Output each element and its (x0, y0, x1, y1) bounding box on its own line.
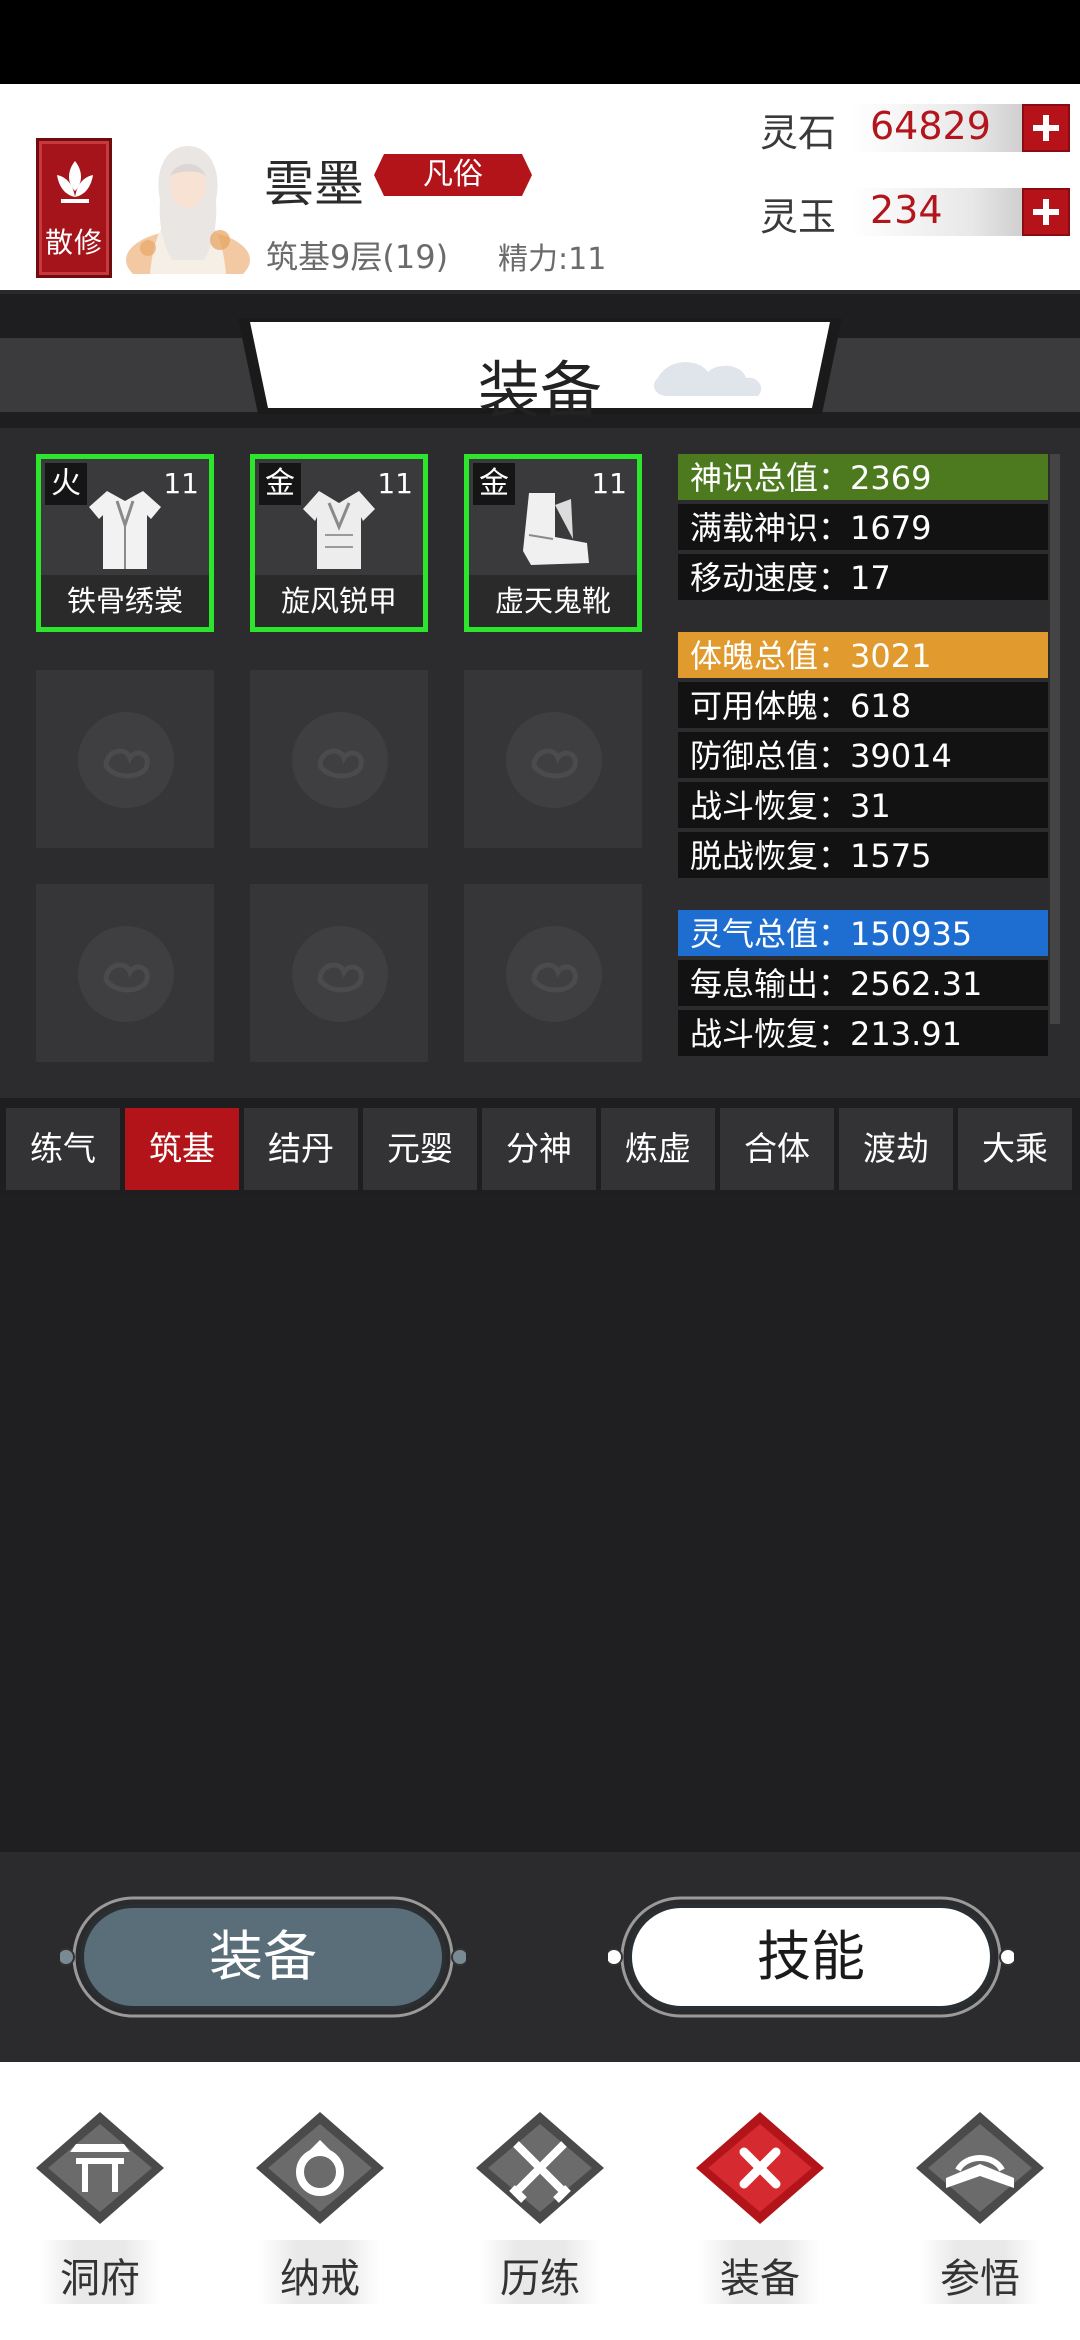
stat-row: 满载神识：1679 (678, 504, 1048, 552)
robe-icon (89, 491, 161, 569)
close-x-icon (696, 2112, 824, 2224)
stat-row: 战斗恢复：31 (678, 782, 1048, 830)
stat-row: 脱战恢复：1575 (678, 832, 1048, 880)
equipment-slot-empty[interactable] (36, 884, 214, 1062)
nav-label: 洞府 (60, 2256, 140, 2302)
skill-button-label: 技能 (757, 1925, 865, 1988)
rank-badge: 凡俗 (372, 152, 534, 198)
equipment-slot-2[interactable]: 金 11 旋风锐甲 (250, 454, 428, 632)
cloud-emblem-icon (292, 926, 388, 1022)
page-title: 装备 (477, 354, 602, 427)
title-banner: 装备 (0, 298, 1080, 428)
nav-label: 历练 (500, 2256, 580, 2302)
tab-lianqi[interactable]: 练气 (6, 1108, 120, 1190)
stats-scrollbar[interactable] (1050, 454, 1060, 1024)
realm-level: 筑基9层(19) (266, 238, 449, 276)
nav-label: 纳戒 (280, 2256, 360, 2302)
skill-button[interactable]: 技能 (608, 1892, 1014, 2022)
cloud-emblem-icon (78, 926, 174, 1022)
equipment-slot-empty[interactable] (36, 670, 214, 848)
lotus-icon (57, 161, 93, 203)
cloud-emblem-icon (78, 712, 174, 808)
spirit-stone-label: 灵石 (760, 111, 837, 155)
status-bar (0, 0, 1080, 84)
spirit-jade-label: 灵玉 (760, 195, 837, 239)
spirit-sense-total: 神识总值：2369 (678, 454, 1048, 502)
item-name: 铁骨绣裳 (41, 575, 209, 627)
spirit-stone-row: 灵石 64829 (760, 96, 1070, 156)
armor-icon (303, 491, 375, 569)
player-name: 雲墨 (264, 155, 364, 213)
player-header: 散修 雲墨 凡俗 筑基9层(19) 精力:11 灵石 64829 灵玉 234 (0, 84, 1080, 294)
equipment-slot-empty[interactable] (464, 670, 642, 848)
body-total: 体魄总值：3021 (678, 632, 1048, 680)
equipment-slot-3[interactable]: 金 11 虚天鬼靴 (464, 454, 642, 632)
stat-row: 防御总值：39014 (678, 732, 1048, 780)
sect-badge[interactable]: 散修 (36, 138, 112, 278)
stat-row: 移动速度：17 (678, 554, 1048, 602)
book-icon (916, 2112, 1044, 2224)
nav-storage-ring[interactable]: 纳戒 (240, 2098, 400, 2318)
spirit-stone-value: 64829 (870, 104, 991, 148)
equipment-slot-empty[interactable] (250, 670, 428, 848)
ring-icon (256, 2112, 384, 2224)
nav-label: 装备 (720, 2256, 800, 2302)
action-strip: 装备 技能 (0, 1852, 1080, 2062)
stat-row: 每息输出：2562.31 (678, 960, 1048, 1008)
energy-value: 精力:11 (498, 242, 607, 277)
spirit-jade-row: 灵玉 234 (760, 180, 1070, 240)
equipment-slot-empty[interactable] (250, 884, 428, 1062)
add-spirit-stone-button[interactable] (1022, 104, 1070, 152)
gate-icon (36, 2112, 164, 2224)
item-name: 旋风锐甲 (255, 575, 423, 627)
nav-label: 参悟 (940, 2256, 1020, 2302)
tab-jiedan[interactable]: 结丹 (244, 1108, 358, 1190)
nav-comprehension[interactable]: 参悟 (900, 2098, 1060, 2318)
equipment-slot-empty[interactable] (464, 884, 642, 1062)
tab-heti[interactable]: 合体 (720, 1108, 834, 1190)
item-list-area[interactable] (0, 1196, 1080, 1852)
crossed-swords-icon (476, 2112, 604, 2224)
stats-panel[interactable]: 神识总值：2369 满载神识：1679 移动速度：17 体魄总值：3021 可用… (678, 454, 1060, 1066)
equip-button-label: 装备 (209, 1925, 317, 1988)
bottom-nav: 洞府 纳戒 历练 装备 参悟 (0, 2062, 1080, 2340)
nav-equipment[interactable]: 装备 (680, 2098, 840, 2318)
item-name: 虚天鬼靴 (469, 575, 637, 627)
sect-label: 散修 (44, 226, 103, 259)
cloud-emblem-icon (292, 712, 388, 808)
stat-row: 战斗恢复：213.91 (678, 1010, 1048, 1058)
tab-fenshen[interactable]: 分神 (482, 1108, 596, 1190)
equip-button[interactable]: 装备 (60, 1892, 466, 2022)
avatar[interactable] (120, 140, 256, 274)
qi-total: 灵气总值：150935 (678, 910, 1048, 958)
nav-cave[interactable]: 洞府 (20, 2098, 180, 2318)
boots-icon (523, 493, 589, 565)
tab-dacheng[interactable]: 大乘 (958, 1108, 1072, 1190)
tab-yuanying[interactable]: 元婴 (363, 1108, 477, 1190)
tab-lianxu[interactable]: 炼虚 (601, 1108, 715, 1190)
tab-zhuji[interactable]: 筑基 (125, 1108, 239, 1190)
cloud-emblem-icon (506, 712, 602, 808)
tab-dujie[interactable]: 渡劫 (839, 1108, 953, 1190)
realm-tabs: 练气 筑基 结丹 元婴 分神 炼虚 合体 渡劫 大乘 (6, 1108, 1074, 1192)
spirit-jade-value: 234 (870, 188, 943, 232)
rank-label: 凡俗 (423, 157, 483, 192)
add-spirit-jade-button[interactable] (1022, 188, 1070, 236)
stat-row: 可用体魄：618 (678, 682, 1048, 730)
equipment-slot-1[interactable]: 火 11 铁骨绣裳 (36, 454, 214, 632)
cloud-emblem-icon (506, 926, 602, 1022)
nav-training[interactable]: 历练 (460, 2098, 620, 2318)
equipment-panel: 火 11 铁骨绣裳 金 11 旋风锐甲 金 11 虚天鬼靴 神识总值：2369 … (0, 428, 1080, 1098)
